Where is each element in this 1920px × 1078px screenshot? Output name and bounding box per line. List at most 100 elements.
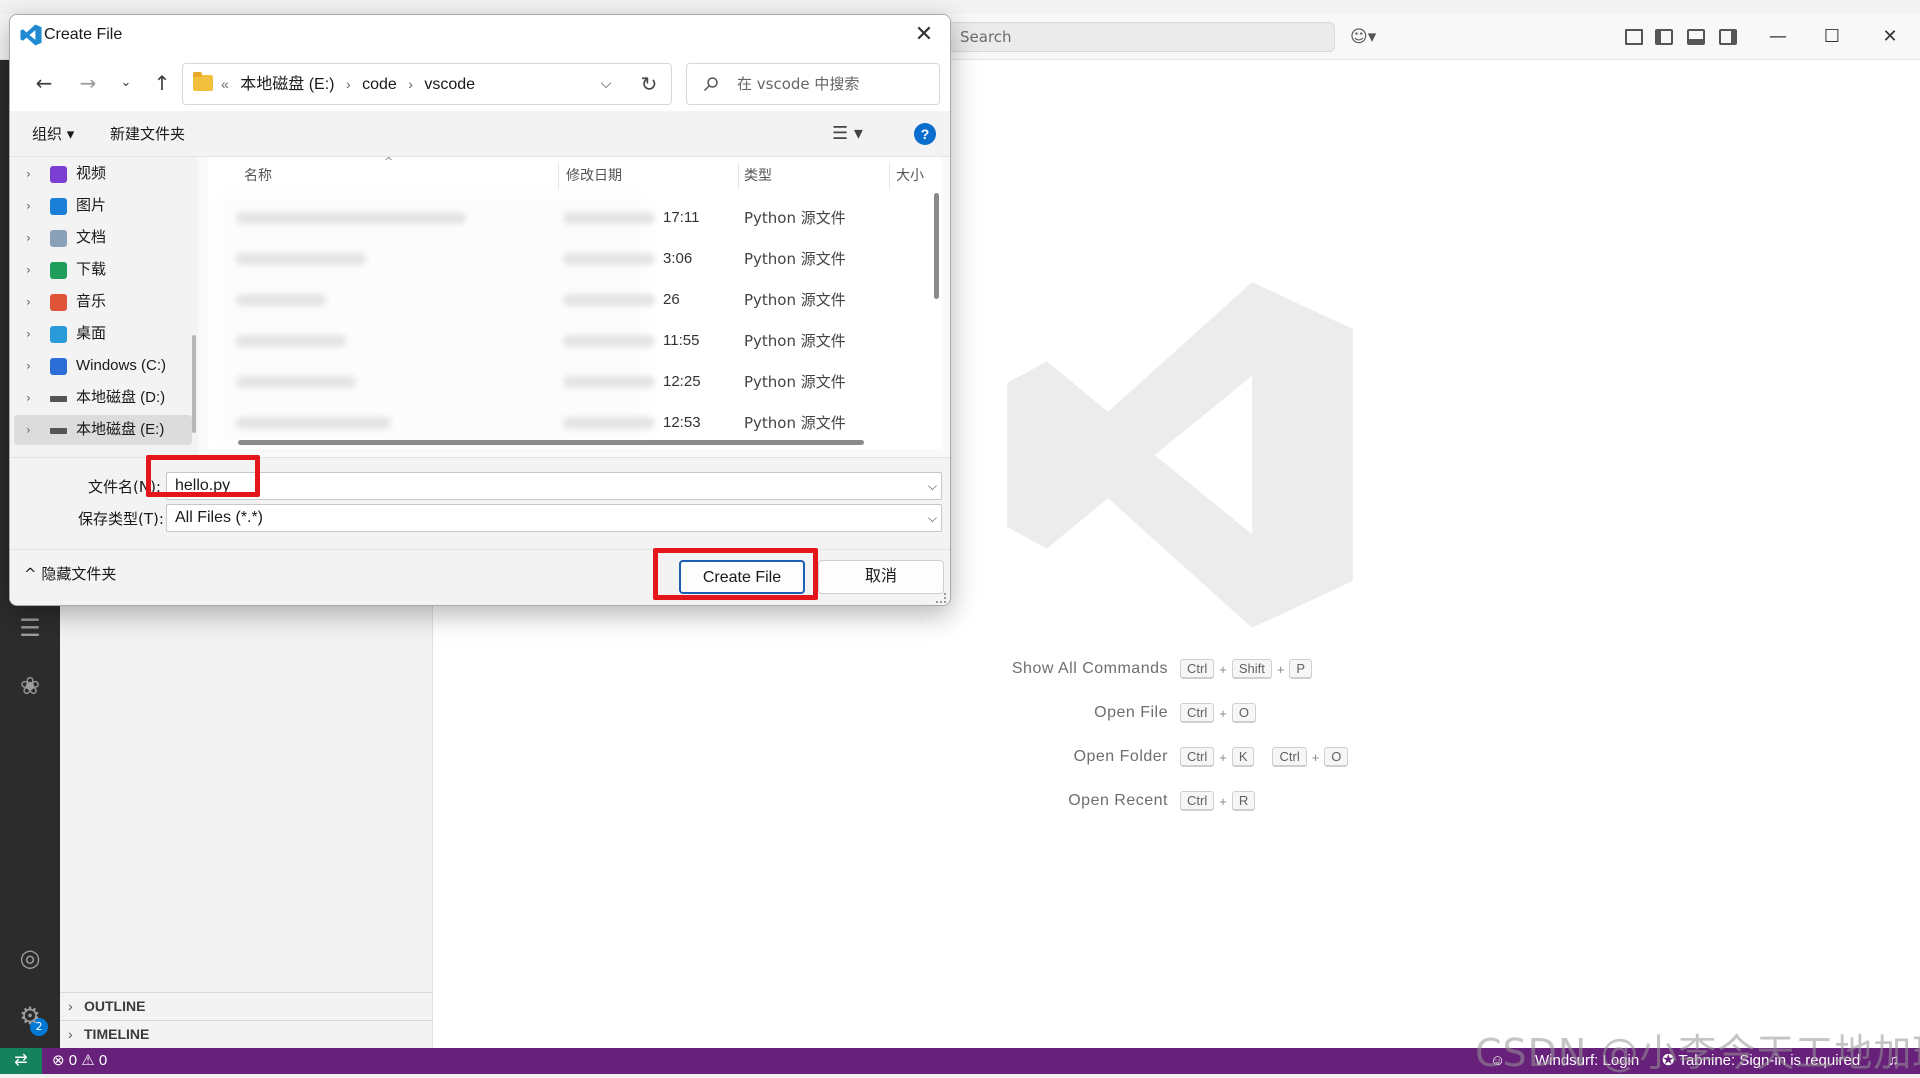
shortcut-row[interactable]: Open File Ctrl + O [900, 701, 1360, 725]
keycap: O [1231, 703, 1256, 723]
shortcut-label[interactable]: Open Folder [1074, 745, 1168, 769]
nav-item[interactable]: › 音乐 [14, 287, 192, 317]
refresh-icon[interactable]: ↻ [631, 64, 667, 104]
new-folder-button[interactable]: 新建文件夹 [110, 111, 185, 157]
nav-item[interactable]: › 桌面 [14, 319, 192, 349]
file-modified-time: 11:55 [663, 332, 700, 349]
chevron-right-icon[interactable]: › [26, 159, 31, 189]
blurred-filename [236, 294, 326, 306]
toggle-secondary-sidebar-icon[interactable] [1716, 26, 1740, 48]
keycap: Shift [1231, 659, 1272, 679]
nav-item-label: 本地磁盘 (E:) [76, 421, 165, 438]
create-file-button[interactable]: Create File [679, 560, 805, 594]
nav-item[interactable]: › 文档 [14, 223, 192, 253]
close-icon[interactable]: ✕ [904, 17, 944, 53]
chevron-right-icon[interactable]: › [26, 351, 31, 381]
vertical-scrollbar[interactable] [934, 193, 939, 299]
column-header-date[interactable]: 修改日期 [566, 157, 622, 195]
chevron-right-icon[interactable]: › [26, 191, 31, 221]
nav-item[interactable]: › 图片 [14, 191, 192, 221]
keycap: K [1231, 747, 1255, 767]
filetype-select[interactable]: All Files (*.*) ⌵ [166, 504, 942, 532]
chevron-right-icon[interactable]: › [26, 415, 31, 445]
minimize-icon[interactable]: — [1758, 22, 1798, 52]
file-row[interactable]: 12:25 Python 源文件 [218, 363, 928, 401]
toggle-primary-sidebar-icon[interactable] [1652, 26, 1676, 48]
extension-fish-icon[interactable]: ❀ [12, 668, 48, 704]
change-view-icon[interactable]: ☰ ▾ [832, 111, 863, 157]
nav-item[interactable]: › 视频 [14, 159, 192, 189]
help-icon[interactable]: ? [914, 123, 936, 145]
up-arrow-icon[interactable]: ↑ [146, 69, 178, 97]
back-arrow-icon[interactable]: ← [28, 69, 60, 97]
chevron-right-icon[interactable]: › [26, 319, 31, 349]
filename-input[interactable]: hello.py ⌵ [166, 472, 942, 500]
column-divider [889, 163, 890, 189]
chevron-right-icon[interactable]: › [401, 76, 420, 92]
shortcut-row[interactable]: Open Folder Ctrl + K Ctrl + O [900, 745, 1360, 769]
settings-gear-icon[interactable]: ⚙ [12, 998, 48, 1034]
video-icon [50, 166, 67, 183]
chevron-right-icon[interactable]: › [339, 76, 358, 92]
customize-layout-icon[interactable] [1622, 26, 1646, 48]
file-list: 名称 ^ 修改日期 类型 大小 17:11 Python 源文件 3:06 Pytho… [208, 155, 942, 449]
address-history-chevron-icon[interactable]: ⌵ [591, 64, 621, 104]
breadcrumb-item-vscode[interactable]: vscode [424, 76, 475, 93]
outline-list-icon[interactable]: ☰ [12, 610, 48, 646]
documents-icon [50, 230, 67, 247]
shortcut-label[interactable]: Open Recent [1068, 789, 1168, 813]
file-row[interactable]: 11:55 Python 源文件 [218, 322, 928, 360]
nav-item[interactable]: › Windows (C:) [14, 351, 192, 381]
shortcut-row[interactable]: Open Recent Ctrl + R [900, 789, 1360, 813]
shortcut-label[interactable]: Open File [1094, 701, 1168, 725]
shortcut-keys: Ctrl + O [1180, 701, 1256, 725]
nav-item[interactable]: › 下载 [14, 255, 192, 285]
chevron-right-icon[interactable]: › [26, 383, 31, 413]
organize-menu[interactable]: 组织 ▾ [32, 111, 74, 157]
chevron-right-icon[interactable]: › [26, 255, 31, 285]
remote-indicator-icon[interactable]: ⇄ [0, 1048, 42, 1074]
nav-item[interactable]: › 本地磁盘 (D:) [14, 383, 192, 413]
maximize-icon[interactable]: ☐ [1812, 22, 1852, 52]
nav-item[interactable]: › 本地磁盘 (E:) [14, 415, 192, 445]
toggle-panel-icon[interactable] [1684, 26, 1708, 48]
file-row[interactable]: 17:11 Python 源文件 [218, 199, 928, 237]
timeline-section[interactable]: › TIMELINE [60, 1020, 433, 1048]
chevron-right-icon[interactable]: › [26, 287, 31, 317]
forward-arrow-icon[interactable]: → [72, 69, 104, 97]
folder-search-input[interactable]: 在 vscode 中搜索 [686, 63, 940, 105]
blurred-filename [236, 417, 391, 429]
column-header-name[interactable]: 名称 [244, 157, 272, 195]
cancel-button[interactable]: 取消 [818, 560, 944, 594]
close-window-icon[interactable]: ✕ [1870, 22, 1910, 52]
outline-section[interactable]: › OUTLINE [60, 992, 433, 1020]
command-center-search[interactable]: Search [945, 22, 1335, 52]
dialog-titlebar: Create File ✕ [10, 15, 950, 55]
resize-grip-icon[interactable] [936, 593, 946, 603]
breadcrumb-item-drive-e[interactable]: 本地磁盘 (E:) [240, 76, 334, 93]
shortcut-label[interactable]: Show All Commands [1012, 657, 1168, 681]
column-header-type[interactable]: 类型 [744, 157, 772, 195]
blurred-filename [236, 253, 366, 265]
recent-locations-chevron-icon[interactable]: ⌄ [110, 69, 142, 97]
chevron-right-icon: › [68, 998, 73, 1014]
address-bar[interactable]: « 本地磁盘 (E:) › code › vscode ⌵ ↻ [182, 63, 672, 105]
breadcrumb-item-code[interactable]: code [362, 76, 397, 93]
shortcut-row[interactable]: Show All Commands Ctrl + Shift + P [900, 657, 1360, 681]
column-header-size[interactable]: 大小 [896, 157, 924, 195]
hide-folders-toggle[interactable]: ^ 隐藏文件夹 [24, 550, 116, 598]
copilot-icon[interactable]: ☺▾ [1350, 24, 1390, 50]
key-plus: + [1219, 749, 1227, 765]
chevron-right-icon[interactable]: › [26, 223, 31, 253]
navigation-pane-scrollbar[interactable] [192, 335, 196, 433]
file-row[interactable]: 3:06 Python 源文件 [218, 240, 928, 278]
accounts-icon[interactable]: ◎ [12, 940, 48, 976]
vscode-app-icon [20, 24, 42, 46]
blurred-date [563, 253, 655, 265]
problems-status[interactable]: ⊗ 0 ⚠ 0 [52, 1048, 107, 1074]
chevron-down-icon[interactable]: ⌵ [928, 473, 937, 499]
chevron-down-icon[interactable]: ⌵ [928, 505, 937, 531]
file-row[interactable]: 12:53 Python 源文件 [218, 404, 928, 442]
nav-item-label: 桌面 [76, 325, 107, 342]
file-row[interactable]: 26 Python 源文件 [218, 281, 928, 319]
